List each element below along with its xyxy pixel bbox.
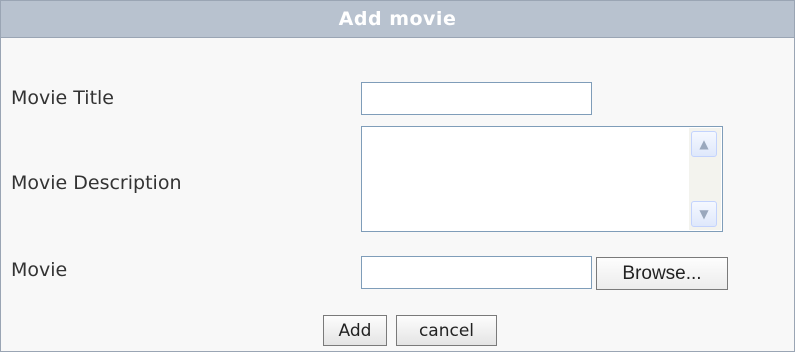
scroll-down-arrow-icon[interactable]: ▼: [691, 201, 717, 227]
add-movie-dialog: Add movie Movie Title Movie Description …: [0, 0, 795, 352]
browse-button[interactable]: Browse...: [596, 257, 728, 290]
cancel-button[interactable]: cancel: [396, 315, 497, 346]
add-button[interactable]: Add: [323, 315, 387, 346]
description-scrollbar[interactable]: ▲ ▼: [689, 128, 721, 230]
movie-title-label: Movie Title: [11, 87, 114, 109]
movie-description-field[interactable]: ▲ ▼: [361, 126, 723, 232]
movie-file-label: Movie: [11, 259, 68, 281]
scroll-up-arrow-icon[interactable]: ▲: [691, 131, 717, 157]
movie-file-path-input[interactable]: [361, 256, 592, 289]
dialog-title: Add movie: [1, 1, 794, 38]
movie-title-input[interactable]: [361, 82, 592, 115]
movie-description-textarea[interactable]: [362, 127, 688, 231]
movie-description-label: Movie Description: [11, 172, 182, 194]
